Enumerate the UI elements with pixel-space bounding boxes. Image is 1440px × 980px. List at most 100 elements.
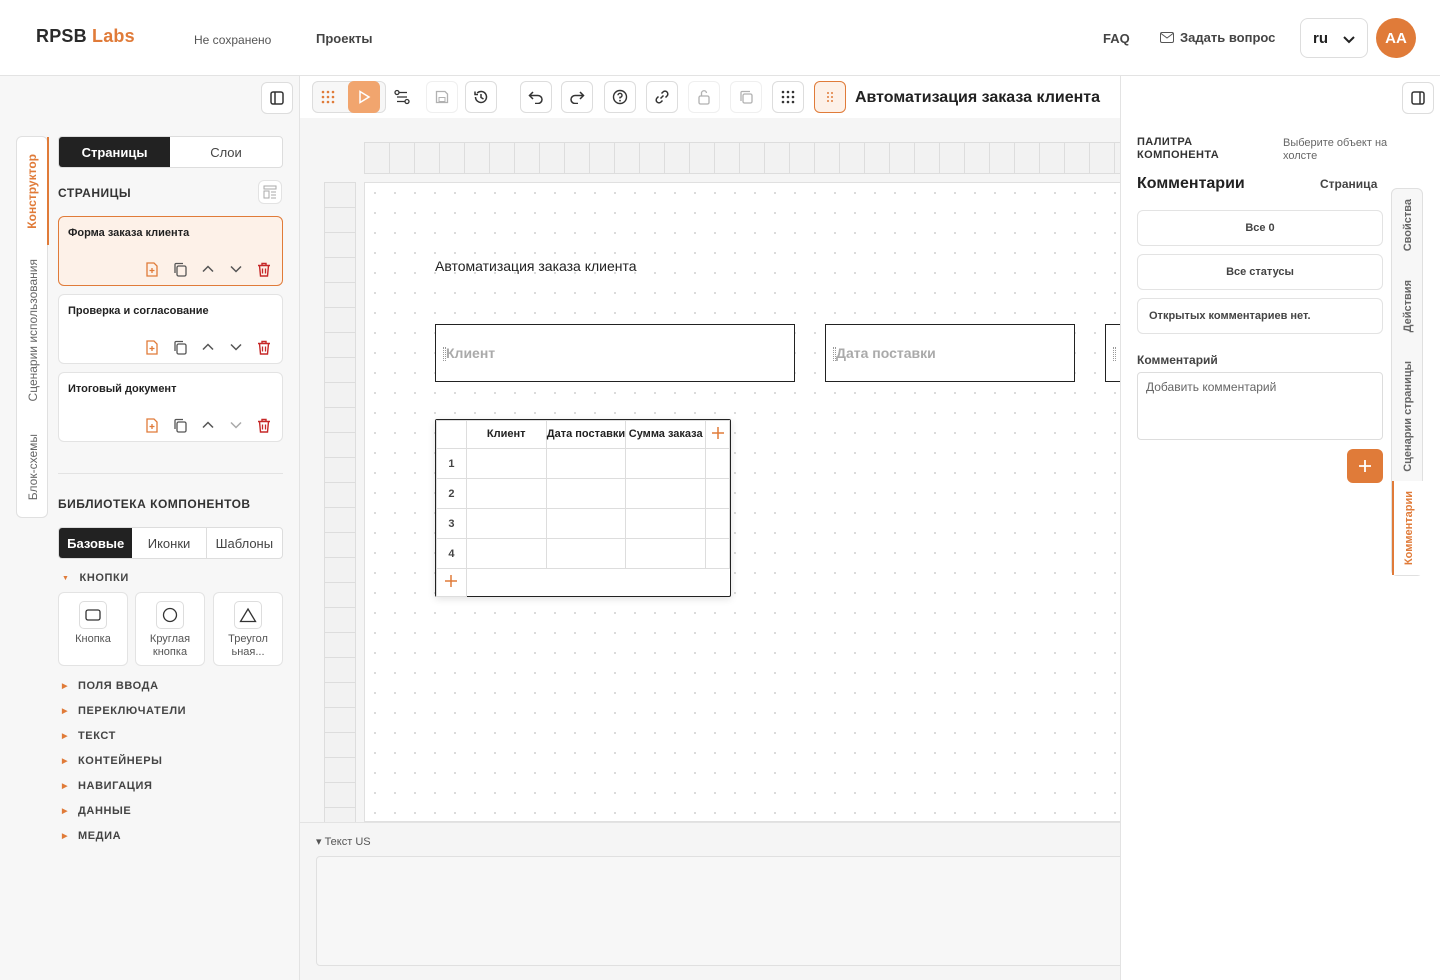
chevron-up-icon[interactable] xyxy=(200,417,216,433)
table-header[interactable]: Дата поставки xyxy=(545,420,627,449)
trash-icon[interactable] xyxy=(256,261,272,277)
apps-button[interactable] xyxy=(772,81,804,113)
canvas-title-text[interactable]: Автоматизация заказа клиента xyxy=(435,258,637,274)
faq-link[interactable]: FAQ xyxy=(1103,31,1130,46)
add-column-button[interactable] xyxy=(705,420,730,449)
page-card[interactable]: Проверка и согласование xyxy=(58,294,283,364)
table-cell[interactable] xyxy=(545,508,627,539)
add-page-icon[interactable] xyxy=(144,261,160,277)
add-page-icon[interactable] xyxy=(144,339,160,355)
table-header[interactable]: Сумма заказа xyxy=(625,420,707,449)
table-cell[interactable] xyxy=(625,478,707,509)
table-cell[interactable] xyxy=(545,538,627,569)
link-button[interactable] xyxy=(646,81,678,113)
table-cell[interactable] xyxy=(625,538,707,569)
document-title[interactable]: Автоматизация заказа клиента xyxy=(855,89,1100,107)
category-text[interactable]: ▶ ТЕКСТ xyxy=(62,730,116,742)
preview-button[interactable] xyxy=(348,81,380,113)
chevron-up-icon[interactable] xyxy=(200,339,216,355)
category-inputs[interactable]: ▶ ПОЛЯ ВВОДА xyxy=(62,680,159,692)
category-media[interactable]: ▶ МЕДИА xyxy=(62,830,121,842)
filter-status-select[interactable]: Все статусы xyxy=(1137,254,1383,290)
tab-flowcharts[interactable]: Блок-схемы xyxy=(17,415,49,519)
filter-all-select[interactable]: Все 0 xyxy=(1137,210,1383,246)
flow-icon xyxy=(394,89,410,105)
lock-button[interactable] xyxy=(688,81,720,113)
table-row: 3 xyxy=(436,508,730,539)
save-button[interactable] xyxy=(426,81,458,113)
chevron-down-icon[interactable] xyxy=(228,417,244,433)
tab-icons[interactable]: Иконки xyxy=(132,528,207,558)
table-cell[interactable] xyxy=(465,448,547,479)
caret-right-icon: ▶ xyxy=(62,758,68,765)
flow-button[interactable] xyxy=(386,81,418,113)
caret-right-icon: ▶ xyxy=(62,808,68,815)
table-cell[interactable] xyxy=(465,508,547,539)
add-page-icon[interactable] xyxy=(144,417,160,433)
grid-button[interactable] xyxy=(312,81,344,113)
sidebar-toggle-icon xyxy=(270,91,284,105)
chevron-down-icon[interactable] xyxy=(228,261,244,277)
undo-button[interactable] xyxy=(520,81,552,113)
us-text-area[interactable] xyxy=(316,856,1126,966)
canvas-input-partial[interactable] xyxy=(1105,324,1120,382)
collapse-right-panel-button[interactable] xyxy=(1402,82,1434,114)
table-cell[interactable] xyxy=(625,448,707,479)
category-data[interactable]: ▶ ДАННЫЕ xyxy=(62,805,131,817)
category-switches[interactable]: ▶ ПЕРЕКЛЮЧАТЕЛИ xyxy=(62,705,186,717)
history-button[interactable] xyxy=(465,81,497,113)
drag-handle-button[interactable] xyxy=(814,81,846,113)
tab-properties[interactable]: Свойства xyxy=(1392,189,1424,261)
chevron-down-icon[interactable] xyxy=(228,339,244,355)
category-buttons[interactable]: ▼ КНОПКИ xyxy=(62,572,129,584)
projects-link[interactable]: Проекты xyxy=(316,31,372,46)
page-card[interactable]: Форма заказа клиента xyxy=(58,216,283,286)
tab-templates[interactable]: Шаблоны xyxy=(207,528,282,558)
component-triangle-button[interactable]: Треугол ьная... xyxy=(213,592,283,666)
category-containers[interactable]: ▶ КОНТЕЙНЕРЫ xyxy=(62,755,163,767)
comment-textarea[interactable]: Добавить комментарий xyxy=(1137,372,1383,440)
table-cell[interactable] xyxy=(545,448,627,479)
canvas-input-delivery-date[interactable]: Дата поставки xyxy=(825,324,1075,382)
copy-icon[interactable] xyxy=(172,261,188,277)
us-text-toggle[interactable]: ▾ Текст US xyxy=(316,835,371,848)
language-select[interactable]: ru xyxy=(1300,18,1368,58)
add-comment-button[interactable] xyxy=(1347,449,1383,483)
table-cell[interactable] xyxy=(625,508,707,539)
table-cell[interactable] xyxy=(545,478,627,509)
copy-icon[interactable] xyxy=(172,417,188,433)
category-navigation[interactable]: ▶ НАВИГАЦИЯ xyxy=(62,780,152,792)
tab-actions[interactable]: Действия xyxy=(1392,261,1424,351)
table-header[interactable]: Клиент xyxy=(465,420,547,449)
ask-question-link[interactable]: Задать вопрос xyxy=(1160,30,1275,45)
page-card[interactable]: Итоговый документ xyxy=(58,372,283,442)
tab-pages[interactable]: Страницы xyxy=(59,137,170,167)
canvas-input-client[interactable]: Клиент xyxy=(435,324,795,382)
page-scope-link[interactable]: Страница xyxy=(1320,177,1377,191)
tab-page-scenarios[interactable]: Сценарии страницы xyxy=(1392,351,1424,481)
trash-icon[interactable] xyxy=(256,417,272,433)
canvas-table[interactable]: Клиент Дата поставки Сумма заказа 1 2 3 … xyxy=(435,419,731,597)
collapse-left-panel-button[interactable] xyxy=(261,82,293,114)
duplicate-button[interactable] xyxy=(730,81,762,113)
tab-constructor[interactable]: Конструктор xyxy=(17,137,49,245)
component-round-button[interactable]: Круглая кнопка xyxy=(135,592,205,666)
tab-comments[interactable]: Комментарии xyxy=(1392,481,1424,575)
table-cell[interactable] xyxy=(465,538,547,569)
copy-icon[interactable] xyxy=(172,339,188,355)
tab-use-cases[interactable]: Сценарии использования xyxy=(17,245,49,415)
redo-button[interactable] xyxy=(561,81,593,113)
component-button[interactable]: Кнопка xyxy=(58,592,128,666)
tab-layers[interactable]: Слои xyxy=(170,137,282,167)
table-cell[interactable] xyxy=(465,478,547,509)
add-row-button[interactable] xyxy=(436,568,467,597)
page-template-button[interactable] xyxy=(258,180,282,204)
app-logo[interactable]: RPSB Labs xyxy=(36,26,135,47)
chevron-up-icon[interactable] xyxy=(200,261,216,277)
tab-basic[interactable]: Базовые xyxy=(59,528,133,558)
help-button[interactable] xyxy=(604,81,636,113)
row-number: 2 xyxy=(436,478,467,509)
trash-icon[interactable] xyxy=(256,339,272,355)
avatar[interactable]: AA xyxy=(1376,18,1416,58)
design-canvas[interactable]: Автоматизация заказа клиента Клиент Дата… xyxy=(364,182,1120,822)
